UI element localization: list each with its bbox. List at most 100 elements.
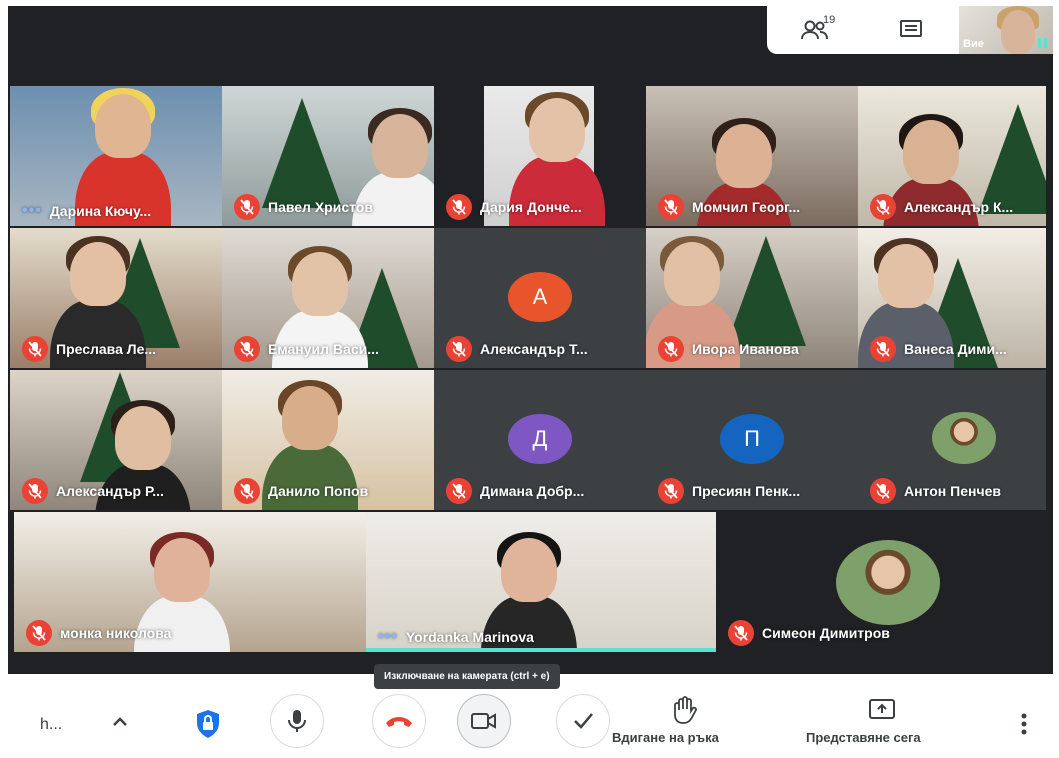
participant-face bbox=[115, 406, 171, 470]
muted-indicator bbox=[870, 478, 896, 504]
participant-face bbox=[903, 120, 959, 184]
participant-face bbox=[529, 98, 585, 162]
participant-name: Ванеса Дими... bbox=[904, 341, 1007, 357]
participant-name-label: Павел Христов bbox=[234, 194, 373, 220]
participant-name: Александър К... bbox=[904, 199, 1014, 215]
mic-off-icon bbox=[452, 341, 466, 357]
participant-name: Ивора Иванова bbox=[692, 341, 799, 357]
participant-face bbox=[95, 94, 151, 158]
shield-lock-icon[interactable] bbox=[194, 709, 222, 744]
muted-indicator bbox=[658, 336, 684, 362]
participant-face bbox=[70, 242, 126, 306]
participants-button[interactable]: 19 bbox=[767, 6, 863, 54]
participant-face bbox=[501, 538, 557, 602]
muted-indicator bbox=[658, 194, 684, 220]
christmas-tree bbox=[726, 236, 806, 346]
participant-tile[interactable]: Ванеса Дими... bbox=[858, 228, 1046, 368]
participant-name: Александър Т... bbox=[480, 341, 588, 357]
participant-name: Yordanka Marinova bbox=[405, 629, 534, 645]
camera-button[interactable] bbox=[457, 694, 511, 748]
participant-name: Симеон Димитров bbox=[762, 625, 890, 641]
present-icon[interactable] bbox=[868, 698, 896, 725]
participant-tile[interactable]: Ивора Иванова bbox=[646, 228, 858, 368]
mic-off-icon bbox=[240, 199, 254, 215]
self-view-label: Вие bbox=[963, 38, 984, 50]
participant-name-label: Ванеса Дими... bbox=[870, 336, 1007, 362]
mic-off-icon bbox=[664, 199, 678, 215]
microphone-button[interactable] bbox=[270, 694, 324, 748]
muted-indicator bbox=[728, 620, 754, 646]
participant-name: Пресиян Пенк... bbox=[692, 483, 801, 499]
participant-tile[interactable]: монка николова bbox=[14, 512, 366, 652]
participant-tile[interactable]: Александър К... bbox=[858, 86, 1046, 226]
self-view[interactable]: Вие bbox=[959, 6, 1053, 54]
participant-name-label: Александър Р... bbox=[22, 478, 164, 504]
participant-name: Димана Добр... bbox=[480, 483, 585, 499]
participant-face bbox=[664, 242, 720, 306]
top-bar: 19 Вие bbox=[767, 6, 1053, 54]
muted-indicator bbox=[658, 478, 684, 504]
participant-name: Дария Донче... bbox=[480, 199, 582, 215]
participant-tile[interactable]: Емануил Васи... bbox=[222, 228, 434, 368]
participant-name-label: Пресиян Пенк... bbox=[658, 478, 800, 504]
participant-tile[interactable]: ••• Дарина Кючу... bbox=[10, 86, 222, 226]
speaking-dots-icon: ••• bbox=[378, 628, 398, 645]
participant-tile[interactable]: Д Димана Добр... bbox=[434, 370, 646, 510]
participant-name-label: Димана Добр... bbox=[446, 478, 584, 504]
muted-indicator bbox=[22, 478, 48, 504]
mic-off-icon bbox=[452, 483, 466, 499]
mic-off-icon bbox=[876, 341, 890, 357]
participant-face bbox=[282, 386, 338, 450]
mic-off-icon bbox=[452, 199, 466, 215]
raise-hand-label[interactable]: Вдигане на ръка bbox=[612, 730, 719, 745]
more-options-icon[interactable] bbox=[1020, 712, 1028, 741]
participant-name: Данило Попов bbox=[268, 483, 369, 499]
chevron-up-icon[interactable] bbox=[110, 712, 130, 737]
participant-tile[interactable]: П Пресиян Пенк... bbox=[646, 370, 858, 510]
self-face bbox=[1001, 10, 1035, 54]
participant-name-label: Емануил Васи... bbox=[234, 336, 379, 362]
muted-indicator bbox=[446, 194, 472, 220]
participant-tile[interactable]: Павел Христов bbox=[222, 86, 434, 226]
microphone-icon bbox=[288, 710, 306, 732]
participant-name: монка николова bbox=[60, 625, 172, 641]
top-bar-actions: 19 bbox=[767, 6, 959, 54]
profile-photo bbox=[836, 540, 940, 626]
meeting-code[interactable]: h... bbox=[40, 716, 62, 734]
mic-off-icon bbox=[876, 483, 890, 499]
participant-tile[interactable]: Дария Донче... bbox=[434, 86, 646, 226]
mic-off-icon bbox=[664, 483, 678, 499]
mic-off-icon bbox=[28, 483, 42, 499]
participant-face bbox=[292, 252, 348, 316]
participant-name-label: Момчил Георг... bbox=[658, 194, 800, 220]
participant-name-label: Данило Попов bbox=[234, 478, 368, 504]
chat-button[interactable] bbox=[863, 6, 959, 54]
muted-indicator bbox=[870, 336, 896, 362]
participant-face bbox=[372, 114, 428, 178]
participant-name: Дарина Кючу... bbox=[49, 203, 152, 219]
raise-hand-icon[interactable] bbox=[670, 696, 700, 729]
participant-name-label: Преслава Ле... bbox=[22, 336, 156, 362]
participant-tile[interactable]: Данило Попов bbox=[222, 370, 434, 510]
speaking-dots-icon: ••• bbox=[22, 202, 42, 219]
muted-indicator bbox=[234, 194, 260, 220]
participant-name: Антон Пенчев bbox=[904, 483, 1001, 499]
participant-tile[interactable]: Момчил Георг... bbox=[646, 86, 858, 226]
participant-name-label: Симеон Димитров bbox=[728, 620, 890, 646]
participants-count: 19 bbox=[823, 14, 836, 26]
audio-level-icon bbox=[1038, 38, 1047, 48]
participant-name-label: Дария Донче... bbox=[446, 194, 582, 220]
profile-photo bbox=[932, 412, 996, 465]
muted-indicator bbox=[234, 478, 260, 504]
mic-off-icon bbox=[240, 483, 254, 499]
end-call-button[interactable] bbox=[372, 694, 426, 748]
participant-tile[interactable]: Преслава Ле... bbox=[10, 228, 222, 368]
present-label[interactable]: Представяне сега bbox=[806, 730, 921, 745]
participant-tile[interactable]: Симеон Димитров bbox=[716, 512, 1046, 652]
captions-button[interactable] bbox=[556, 694, 610, 748]
avatar: А bbox=[508, 272, 572, 322]
participant-tile[interactable]: Антон Пенчев bbox=[858, 370, 1046, 510]
participant-tile[interactable]: А Александър Т... bbox=[434, 228, 646, 368]
participant-tile[interactable]: Александър Р... bbox=[10, 370, 222, 510]
participant-tile[interactable]: ••• Yordanka Marinova bbox=[366, 512, 716, 652]
